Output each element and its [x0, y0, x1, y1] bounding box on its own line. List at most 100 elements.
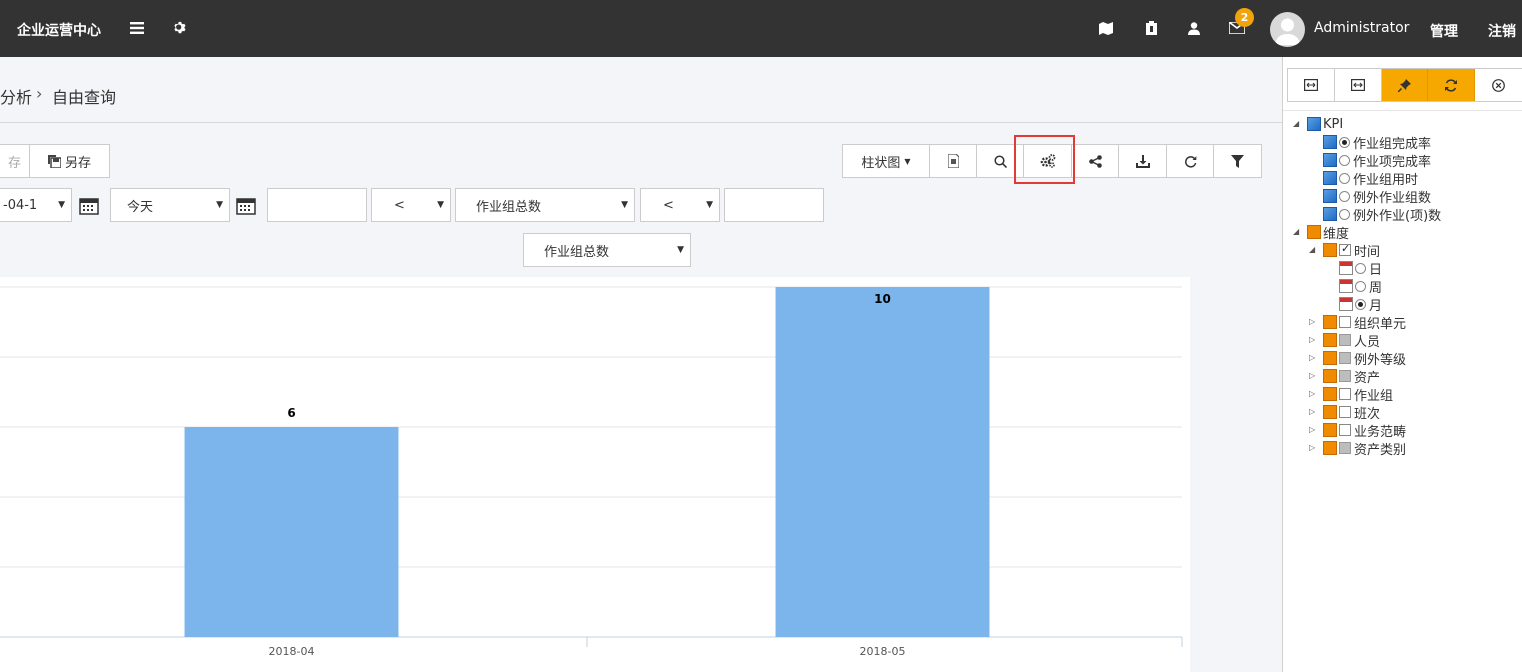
document-icon[interactable] — [1139, 16, 1163, 40]
user-icon[interactable] — [1182, 16, 1206, 40]
sync-button[interactable] — [1428, 69, 1476, 101]
radio-button[interactable] — [1339, 208, 1350, 220]
radio-button[interactable] — [1355, 262, 1366, 274]
checkbox[interactable] — [1339, 316, 1351, 328]
checkbox[interactable] — [1339, 334, 1351, 346]
radio-button[interactable] — [1355, 298, 1366, 310]
filter-button[interactable] — [1214, 145, 1261, 177]
chart-type-dropdown[interactable]: 柱状图 ▼ — [843, 145, 930, 177]
collapsed-arrow-icon[interactable]: ▷ — [1309, 335, 1319, 345]
logout-link[interactable]: 注销 — [1488, 21, 1516, 41]
pin-button[interactable] — [1381, 69, 1429, 101]
tree-node-label: 组织单元 — [1354, 316, 1407, 332]
tree-node-label: 业务范畴 — [1354, 424, 1407, 440]
collapsed-arrow-icon[interactable]: ▷ — [1309, 389, 1319, 399]
tree-node[interactable]: 作业组用时 — [1309, 169, 1418, 188]
close-panel-button[interactable] — [1475, 69, 1522, 101]
checkbox[interactable] — [1339, 424, 1351, 436]
collapsed-arrow-icon[interactable]: ▷ — [1309, 353, 1319, 363]
username[interactable]: Administrator — [1314, 20, 1409, 36]
manage-link[interactable]: 管理 — [1430, 21, 1458, 41]
tree-node[interactable]: 月 — [1325, 295, 1383, 314]
operator-select-2[interactable]: < ▼ — [640, 188, 720, 222]
collapse-horizontal-button[interactable] — [1288, 69, 1335, 101]
tree-node[interactable]: 例外作业(项)数 — [1309, 205, 1441, 224]
tree-node[interactable]: ▷ 例外等级 — [1309, 349, 1407, 368]
expand-horizontal-button[interactable] — [1334, 69, 1382, 101]
tree-node[interactable]: ◢ 时间 — [1309, 241, 1380, 260]
expanded-arrow-icon[interactable]: ◢ — [1293, 119, 1303, 129]
app-brand[interactable]: 企业运营中心 — [17, 20, 101, 40]
tree-node[interactable]: 例外作业组数 — [1309, 187, 1431, 206]
date-select[interactable]: -04-1 ▼ — [0, 188, 72, 222]
checkbox[interactable] — [1339, 352, 1351, 364]
operator-value: < — [394, 197, 405, 213]
collapsed-arrow-icon[interactable]: ▷ — [1309, 425, 1319, 435]
sort-metric-select[interactable]: 作业组总数 ▼ — [523, 233, 691, 267]
radio-button[interactable] — [1339, 154, 1350, 166]
dimension-icon — [1323, 405, 1337, 419]
expand-icon — [1350, 79, 1365, 91]
calendar-icon[interactable] — [79, 197, 99, 217]
breadcrumb: 分析 › 自由查询 — [0, 57, 1282, 123]
tree-node-label: 月 — [1369, 298, 1383, 314]
radio-button[interactable] — [1339, 172, 1350, 184]
expanded-arrow-icon[interactable]: ◢ — [1293, 227, 1303, 237]
tree-node[interactable]: ▷ 资产类别 — [1309, 439, 1406, 458]
checkbox[interactable] — [1339, 370, 1351, 382]
refresh-icon — [1184, 155, 1197, 168]
map-icon[interactable] — [1094, 16, 1118, 40]
download-button[interactable] — [1119, 145, 1167, 177]
operator-select[interactable]: < ▼ — [371, 188, 451, 222]
save-button[interactable]: 存 — [0, 144, 30, 178]
breadcrumb-parent[interactable]: 分析 — [0, 84, 32, 108]
tree-node-label: 作业项完成率 — [1353, 154, 1432, 170]
collapsed-arrow-icon[interactable]: ▷ — [1309, 371, 1319, 381]
avatar[interactable] — [1270, 12, 1305, 47]
refresh-button[interactable] — [1167, 145, 1214, 177]
radio-button[interactable] — [1339, 190, 1350, 202]
caret-down-icon: ▼ — [706, 200, 713, 210]
tree-node[interactable]: 周 — [1325, 277, 1382, 296]
kpi-icon — [1323, 171, 1337, 185]
checkbox[interactable] — [1339, 442, 1351, 454]
tree-node[interactable]: ▷ 业务范畴 — [1309, 421, 1407, 440]
expanded-arrow-icon[interactable]: ◢ — [1309, 245, 1319, 255]
radio-button[interactable] — [1339, 136, 1350, 148]
menu-icon[interactable] — [125, 16, 149, 40]
calendar-icon[interactable] — [236, 197, 256, 217]
tree-node[interactable]: ▷ 资产 — [1309, 367, 1380, 386]
collapsed-arrow-icon[interactable]: ▷ — [1309, 443, 1319, 453]
tree-node[interactable]: ▷ 组织单元 — [1309, 313, 1407, 332]
metric-value: 作业组总数 — [476, 199, 542, 215]
tree-node[interactable]: ▷ 人员 — [1309, 331, 1380, 350]
export-doc-button[interactable] — [930, 145, 977, 177]
tree-node-label: 维度 — [1323, 226, 1350, 242]
file-icon — [947, 154, 959, 168]
tree-node[interactable]: 作业组完成率 — [1309, 133, 1431, 152]
save-as-button[interactable]: 另存 — [29, 144, 110, 178]
tree-node[interactable]: ◢ 维度 — [1293, 223, 1350, 242]
tree-node[interactable]: 作业项完成率 — [1309, 151, 1432, 170]
tree-node[interactable]: 日 — [1325, 259, 1382, 278]
checkbox[interactable] — [1339, 388, 1351, 400]
radio-button[interactable] — [1355, 280, 1366, 292]
collapsed-arrow-icon[interactable]: ▷ — [1309, 317, 1319, 327]
checkbox[interactable] — [1339, 406, 1351, 418]
tree-node[interactable]: ▷ 作业组 — [1309, 385, 1394, 404]
metric-select[interactable]: 作业组总数 ▼ — [455, 188, 635, 222]
tree-node-label: 例外等级 — [1354, 352, 1407, 368]
gear-icon[interactable] — [168, 16, 192, 40]
dimension-icon — [1323, 243, 1337, 257]
checkbox[interactable] — [1339, 242, 1351, 256]
kpi-icon — [1323, 207, 1337, 221]
chart-area: 6 2018-04 10 2018-05 — [0, 277, 1190, 672]
tree-node-label: 作业组 — [1354, 388, 1394, 404]
share-button[interactable] — [1072, 145, 1119, 177]
text-input[interactable] — [267, 188, 367, 222]
value-input[interactable] — [724, 188, 824, 222]
collapsed-arrow-icon[interactable]: ▷ — [1309, 407, 1319, 417]
tree-node[interactable]: ▷ 班次 — [1309, 403, 1380, 422]
tree-node[interactable]: ◢ KPI — [1293, 115, 1343, 133]
period-select[interactable]: 今天 ▼ — [110, 188, 230, 222]
